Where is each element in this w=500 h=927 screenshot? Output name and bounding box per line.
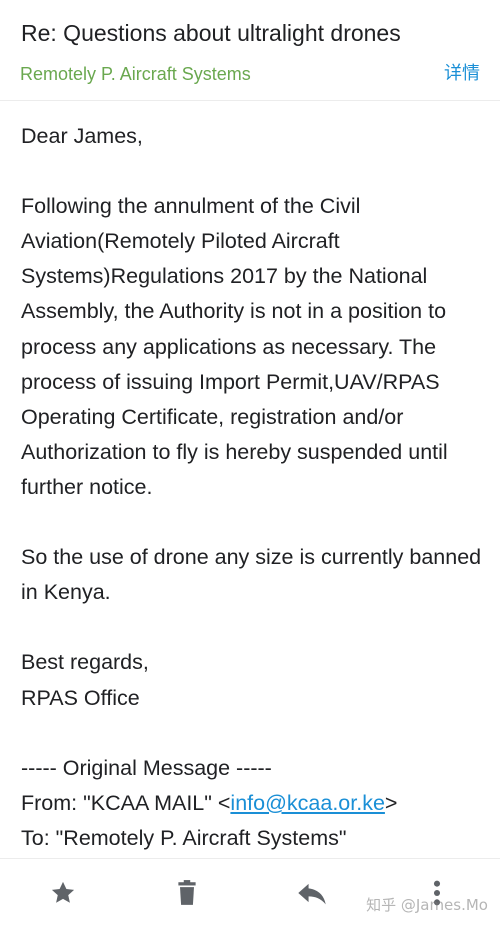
greeting: Dear James, (21, 124, 143, 148)
to-line: To: "Remotely P. Aircraft Systems" (21, 825, 347, 850)
email-header: Re: Questions about ultralight drones Re… (0, 0, 500, 101)
star-button[interactable] (47, 877, 79, 909)
reply-button[interactable] (296, 877, 328, 909)
from-line: From: "KCAA MAIL" <info@kcaa.or.ke> (21, 786, 483, 821)
email-subject: Re: Questions about ultralight drones (21, 20, 401, 46)
from-suffix: > (384, 790, 398, 815)
original-message-divider: ----- Original Message ----- (21, 755, 272, 780)
from-email-link[interactable]: info@kcaa.or.ke (230, 791, 385, 815)
reply-icon (298, 883, 326, 905)
closing: Best regards, (21, 650, 149, 675)
delete-button[interactable] (171, 877, 203, 909)
sender-name[interactable]: Remotely P. Aircraft Systems (20, 61, 251, 87)
star-icon (51, 881, 75, 903)
watermark: 知乎 @James.Mo (366, 896, 488, 914)
bottom-toolbar (0, 858, 500, 927)
email-body: Dear James, Following the annulment of t… (21, 119, 483, 856)
signature: RPAS Office (21, 685, 140, 710)
from-prefix: From: "KCAA MAIL" < (21, 790, 231, 815)
body-paragraph-2: So the use of drone any size is currentl… (21, 545, 482, 605)
details-link[interactable]: 详情 (444, 60, 480, 86)
trash-icon (178, 880, 196, 905)
body-paragraph-1: Following the annulment of the Civil Avi… (21, 194, 448, 499)
email-view: Re: Questions about ultralight drones Re… (0, 0, 500, 927)
